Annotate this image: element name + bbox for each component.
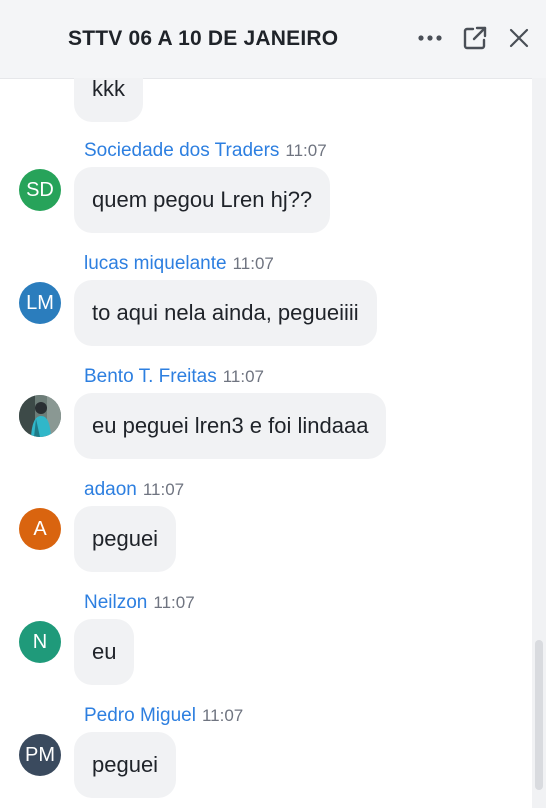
avatar-initials: A [33, 517, 47, 540]
profile-photo-icon [19, 395, 61, 437]
message-bubble: peguei [74, 506, 177, 572]
avatar-initials: SD [26, 178, 54, 201]
sender-name[interactable]: Sociedade dos Traders [84, 140, 279, 161]
message-bubble: kkk [74, 78, 143, 122]
avatar-initials: N [32, 630, 48, 653]
avatar[interactable]: SD [19, 169, 61, 211]
message-time: 11:07 [285, 141, 327, 160]
message-sender[interactable]: Sociedade dos Traders 11:07 [84, 140, 327, 162]
close-button[interactable] [503, 22, 535, 54]
message-bubble: peguei [74, 732, 177, 798]
message-text: kkk [92, 78, 125, 101]
sender-name[interactable]: lucas miquelante [84, 253, 227, 274]
message-bubble: to aqui nela ainda, pegueiiii [74, 280, 377, 346]
message-sender[interactable]: adaon 11:07 [84, 479, 184, 501]
message-text: eu [92, 639, 117, 664]
chat-messages[interactable]: kkk Sociedade dos Traders 11:07 SD quem p… [0, 78, 530, 808]
pop-out-button[interactable] [459, 22, 491, 54]
sender-name[interactable]: Bento T. Freitas [84, 366, 217, 387]
sender-name[interactable]: Pedro Miguel [84, 705, 196, 726]
message-text: quem pegou Lren hj?? [92, 187, 313, 212]
message-time: 11:07 [232, 254, 274, 273]
chat-header: STTV 06 A 10 DE JANEIRO [0, 0, 546, 79]
pop-out-icon [463, 26, 487, 50]
message-time: 11:07 [222, 367, 264, 386]
avatar[interactable]: N [19, 621, 61, 663]
message-sender[interactable]: Pedro Miguel 11:07 [84, 705, 243, 727]
avatar-initials: LM [26, 291, 54, 314]
chat-title: STTV 06 A 10 DE JANEIRO [68, 27, 339, 50]
message-bubble: quem pegou Lren hj?? [74, 167, 331, 233]
message-text: peguei [92, 752, 159, 777]
avatar[interactable]: LM [19, 282, 61, 324]
scrollbar-thumb[interactable] [535, 640, 543, 790]
message-sender[interactable]: Bento T. Freitas 11:07 [84, 366, 264, 388]
message-time: 11:07 [153, 593, 195, 612]
sender-name[interactable]: Neilzon [84, 592, 147, 613]
message-text: to aqui nela ainda, pegueiiii [92, 300, 359, 325]
close-icon [509, 28, 529, 48]
avatar[interactable]: A [19, 508, 61, 550]
message-text: peguei [92, 526, 159, 551]
message-bubble: eu [74, 619, 135, 685]
message-sender[interactable]: Neilzon 11:07 [84, 592, 195, 614]
message-sender[interactable]: lucas miquelante 11:07 [84, 253, 274, 275]
message-time: 11:07 [142, 480, 185, 499]
message-time: 11:07 [201, 706, 244, 725]
more-horizontal-icon [418, 35, 442, 41]
avatar-photo[interactable] [19, 395, 61, 437]
avatar[interactable]: PM [19, 734, 61, 776]
message-bubble: eu peguei lren3 e foi lindaaa [74, 393, 387, 459]
message-text: eu peguei lren3 e foi lindaaa [92, 413, 369, 438]
avatar-initials: PM [25, 743, 55, 766]
more-options-button[interactable] [414, 22, 446, 54]
sender-name[interactable]: adaon [84, 479, 137, 500]
